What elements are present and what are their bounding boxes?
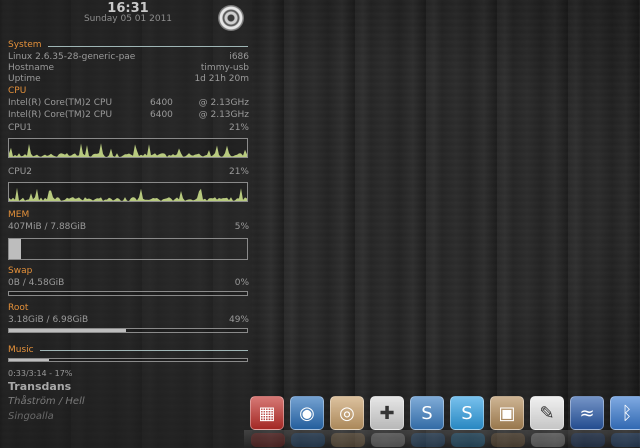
dock-wave-icon[interactable]: ≈ [570,396,605,447]
dock-app-red-grid-icon[interactable]: ▦ [250,396,285,447]
cpu-model: Intel(R) Core(TM)2 CPU [8,110,113,120]
system-divider [48,46,248,47]
mem-usage-bar [8,238,248,260]
firefox-icon-glyph: ◉ [299,402,315,424]
bluetooth-icon-glyph: ᛒ [621,402,633,424]
cpu-header: CPU [8,86,27,96]
dock-bluetooth-icon[interactable]: ᛒ [610,396,640,447]
root-percent: 49% [228,315,249,325]
dock-firefox-icon[interactable]: ◉ [290,396,325,447]
cpu-frequency: @ 2.13GHz [198,110,249,120]
cpu2-graph-plot [9,187,247,201]
dock-notepad-icon[interactable]: ✎ [530,396,565,447]
swap-section: Swap [8,266,249,277]
cpu-model-row: Intel(R) Core(TM)2 CPU 6400 @ 2.13GHz [8,110,249,121]
speaker-icon-glyph: ◎ [339,402,355,424]
cpu1-graph [8,138,248,158]
cpu-model-number: 6400 [150,98,173,108]
cpu1-row: CPU1 21% [8,123,249,134]
dock-reflection [411,433,445,447]
dock-skype-s-icon[interactable]: S [410,396,445,447]
dock-reflection [371,433,405,447]
cpu-model-row: Intel(R) Core(TM)2 CPU 6400 @ 2.13GHz [8,98,249,109]
track-album: Singoalla [8,411,54,422]
app-red-grid-icon-glyph: ▦ [258,402,276,424]
cpu2-label: CPU2 [8,167,33,177]
mem-percent: 5% [234,222,249,232]
cpu-history-area [9,187,247,201]
uptime-row: Uptime 1d 21h 20m [8,74,249,85]
conky-panel: 16:31 Sunday 05 01 2011 System Linux 2.6… [0,0,252,448]
swap-row: 0B / 4.58GiB 0% [8,278,249,289]
cpu1-graph-plot [9,143,247,157]
swap-usage-bar [8,291,248,296]
dock-reflection [291,433,325,447]
notepad-icon-glyph: ✎ [539,402,555,424]
music-progress-fill [9,359,50,361]
track-title: Transdans [8,380,72,393]
skype-s-icon-glyph: S [421,402,433,424]
dock-reflection [251,433,285,447]
music-divider [40,350,248,351]
dock: ▦ ◉ ◎ ✚ S S ▣ ✎ ≈ ᛒ [244,392,640,448]
wave-icon-glyph: ≈ [579,402,595,424]
swap-percent: 0% [234,278,249,288]
root-header: Root [8,303,29,313]
system-header: System [8,40,42,50]
mem-usage: 407MiB / 7.88GiB [8,222,87,232]
cpu2-graph [8,182,248,202]
mem-row: 407MiB / 7.88GiB 5% [8,222,249,233]
cpu2-percent: 21% [228,167,249,177]
dock-reflection [571,433,605,447]
root-usage-bar [8,328,248,333]
track-artist: Thåström / Hell [8,396,85,407]
music-progress-text: 0:33/3:14 - 17% [8,369,73,378]
dock-speaker-icon[interactable]: ◎ [330,396,365,447]
dock-reflection [611,433,640,447]
swap-header: Swap [8,266,33,276]
dock-skype-icon[interactable]: S [450,396,485,447]
dock-reflection [331,433,365,447]
cpu2-row: CPU2 21% [8,167,249,178]
cpu-model: Intel(R) Core(TM)2 CPU [8,98,113,108]
dock-reflection [531,433,565,447]
hostname-label: Hostname [8,63,55,73]
speaker-icon [218,5,244,31]
kernel-row: Linux 2.6.35-28-generic-pae i686 [8,52,249,63]
dock-package-icon[interactable]: ▣ [490,396,525,447]
music-progress-bar [8,358,248,362]
clock-date: Sunday 05 01 2011 [83,14,173,24]
arch-value: i686 [229,52,249,62]
gamepad-icon-glyph: ✚ [379,402,395,424]
root-usage: 3.18GiB / 6.98GiB [8,315,89,325]
uptime-label: Uptime [8,74,41,84]
hostname-value: timmy-usb [200,63,249,73]
swap-usage: 0B / 4.58GiB [8,278,65,288]
root-section: Root [8,303,249,314]
skype-icon-glyph: S [461,402,473,424]
uptime-value: 1d 21h 20m [194,74,249,84]
hostname-row: Hostname timmy-usb [8,63,249,74]
dock-reflection [491,433,525,447]
kernel-value: Linux 2.6.35-28-generic-pae [8,52,136,62]
cpu-section: CPU [8,86,249,97]
root-row: 3.18GiB / 6.98GiB 49% [8,315,249,326]
package-icon-glyph: ▣ [498,402,516,424]
dock-gamepad-icon[interactable]: ✚ [370,396,405,447]
cpu-frequency: @ 2.13GHz [198,98,249,108]
cpu1-percent: 21% [228,123,249,133]
mem-header: MEM [8,210,30,220]
cpu1-label: CPU1 [8,123,33,133]
dock-reflection [451,433,485,447]
cpu-history-area [9,143,247,157]
root-usage-fill [9,329,126,332]
music-header: Music [8,345,34,355]
mem-usage-fill [9,239,21,259]
cpu-model-number: 6400 [150,110,173,120]
mem-section: MEM [8,210,249,221]
